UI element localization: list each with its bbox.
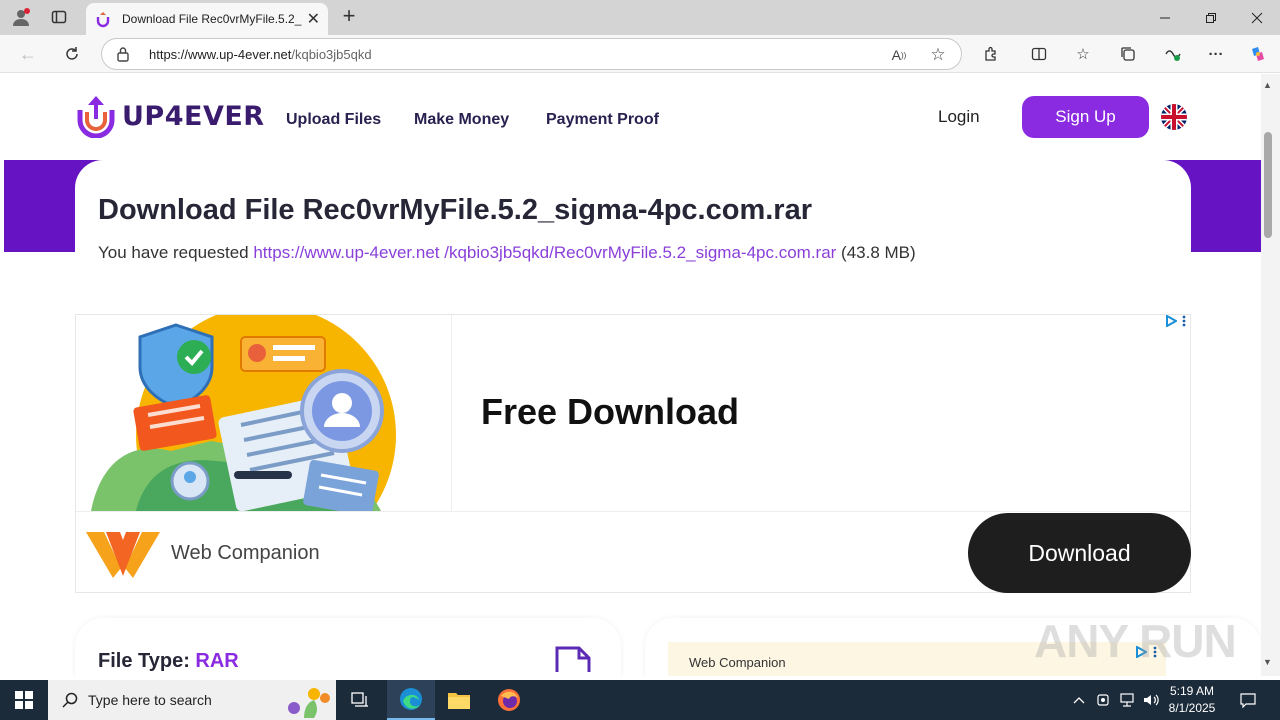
task-view-icon[interactable]	[336, 680, 384, 720]
clock-date: 8/1/2025	[1168, 701, 1216, 715]
ethernet-icon[interactable]	[1116, 680, 1138, 720]
notifications-icon[interactable]	[1232, 680, 1264, 720]
file-type: File Type: RAR	[98, 650, 239, 672]
collections-icon[interactable]	[1115, 42, 1141, 66]
file-title: Download File Rec0vrMyFile.5.2_sigma-4pc…	[98, 194, 812, 226]
site-header: UP4EVER Upload Files Make Money Payment …	[4, 74, 1261, 160]
ad-download-button[interactable]: Download	[968, 513, 1191, 593]
file-type-card: File Type: RAR	[75, 618, 621, 676]
file-icon	[555, 646, 591, 672]
browser-essentials-icon[interactable]	[1160, 42, 1186, 66]
anyrun-watermark: ANY RUN	[1034, 615, 1237, 667]
favorites-icon[interactable]: ☆	[1070, 42, 1096, 66]
extensions-icon[interactable]	[978, 42, 1004, 66]
split-screen-icon[interactable]	[1026, 42, 1052, 66]
logo-text: UP4EVER	[122, 100, 265, 132]
file-explorer-icon[interactable]	[435, 680, 483, 720]
scroll-up-icon[interactable]: ▲	[1263, 80, 1272, 90]
web-companion-logo-icon[interactable]	[86, 528, 160, 580]
browser-tab[interactable]: Download File Rec0vrMyFile.5.2_s ✕	[86, 3, 328, 35]
uk-flag-icon[interactable]	[1161, 104, 1187, 130]
tray-chevron-icon[interactable]	[1068, 680, 1090, 720]
scroll-thumb[interactable]	[1264, 132, 1272, 238]
taskbar-search[interactable]: Type here to search	[48, 680, 336, 720]
ad-brand[interactable]: Web Companion	[171, 542, 320, 565]
browser-titlebar: Download File Rec0vrMyFile.5.2_s ✕ +	[0, 0, 1280, 35]
edge-taskbar-icon[interactable]	[387, 680, 435, 720]
signup-button[interactable]: Sign Up	[1022, 96, 1149, 138]
windows-logo-icon	[15, 691, 33, 709]
login-link[interactable]: Login	[938, 107, 980, 127]
nav-upload-files[interactable]: Upload Files	[286, 111, 381, 129]
url-text[interactable]: https://www.up-4ever.net/kqbio3jb5qkd	[149, 47, 372, 62]
ad-choices-icon[interactable]	[1165, 315, 1177, 327]
nav-make-money[interactable]: Make Money	[414, 111, 509, 129]
search-placeholder: Type here to search	[88, 692, 212, 708]
ad-options-icon[interactable]	[1182, 315, 1186, 327]
up4ever-logo-icon	[77, 96, 115, 138]
file-title-card: Download File Rec0vrMyFile.5.2_sigma-4pc…	[75, 160, 1191, 290]
web-page: UP4EVER Upload Files Make Money Payment …	[4, 74, 1261, 676]
firefox-icon[interactable]	[485, 680, 533, 720]
up4ever-favicon-icon	[96, 12, 110, 28]
windows-taskbar: Type here to search 5:19 AM 8/1/2025	[0, 680, 1280, 720]
network-status-icon[interactable]	[1092, 680, 1114, 720]
restore-icon[interactable]	[1188, 0, 1234, 35]
favorite-star-icon[interactable]: ☆	[927, 44, 949, 66]
taskbar-clock[interactable]: 5:19 AM 8/1/2025	[1160, 683, 1224, 717]
volume-icon[interactable]	[1140, 680, 1162, 720]
nav-payment-proof[interactable]: Payment Proof	[546, 111, 659, 129]
copilot-icon[interactable]	[1245, 42, 1271, 66]
ad-headline[interactable]: Free Download	[481, 391, 739, 433]
start-button[interactable]	[0, 680, 48, 720]
scroll-down-icon[interactable]: ▼	[1263, 657, 1272, 667]
clock-time: 5:19 AM	[1169, 684, 1215, 698]
ad-footer: Web Companion Download	[76, 511, 1191, 593]
tab-close-icon[interactable]: ✕	[307, 9, 320, 29]
back-icon[interactable]: ←	[14, 41, 42, 67]
new-tab-icon[interactable]: +	[336, 4, 362, 30]
ad-illustration[interactable]	[76, 315, 452, 511]
more-menu-icon[interactable]: ···	[1203, 42, 1229, 66]
tab-actions-icon[interactable]	[46, 5, 72, 29]
search-icon	[62, 692, 78, 708]
ad-choices[interactable]	[1165, 315, 1186, 327]
browser-toolbar: ← https://www.up-4ever.net/kqbio3jb5qkd …	[0, 35, 1280, 73]
profile-icon[interactable]	[8, 5, 34, 29]
tab-title: Download File Rec0vrMyFile.5.2_s	[122, 12, 302, 26]
search-highlight-icon	[288, 688, 330, 718]
site-logo[interactable]: UP4EVER	[74, 94, 265, 138]
address-bar[interactable]: https://www.up-4ever.net/kqbio3jb5qkd A)…	[101, 38, 962, 70]
lock-icon[interactable]	[116, 46, 130, 62]
page-scrollbar[interactable]: ▲ ▼	[1261, 74, 1280, 676]
close-window-icon[interactable]	[1234, 0, 1280, 35]
refresh-icon[interactable]	[58, 41, 86, 67]
read-aloud-icon[interactable]: A))	[888, 44, 910, 66]
advertisement[interactable]: Free Download Web Companion Download	[75, 314, 1191, 593]
requested-line: You have requested https://www.up-4ever.…	[98, 243, 916, 262]
minimize-icon[interactable]	[1142, 0, 1188, 35]
file-link[interactable]: https://www.up-4ever.net /kqbio3jb5qkd/R…	[253, 243, 836, 262]
small-ad-brand[interactable]: Web Companion	[689, 655, 786, 670]
